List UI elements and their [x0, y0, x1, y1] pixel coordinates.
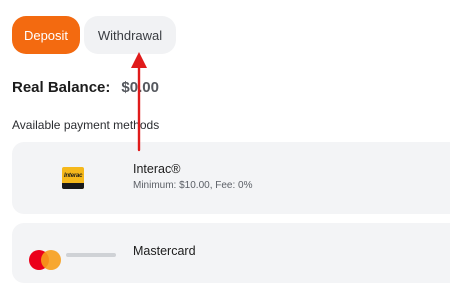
- method-name: Mastercard: [133, 244, 196, 258]
- tab-withdrawal[interactable]: Withdrawal: [84, 16, 176, 54]
- interac-logo-icon: Interac: [62, 167, 84, 189]
- annotation-arrow: [131, 52, 147, 152]
- balance-label: Real Balance:: [12, 79, 111, 96]
- payment-method-mastercard[interactable]: Mastercard: [12, 223, 450, 283]
- payment-method-interac[interactable]: Interac Interac® Minimum: $10.00, Fee: 0…: [12, 142, 450, 214]
- method-details: Minimum: $10.00, Fee: 0%: [133, 180, 253, 191]
- tab-deposit[interactable]: Deposit: [12, 16, 80, 54]
- interac-logo-base: [62, 183, 84, 189]
- mastercard-logo-icon: [29, 250, 61, 270]
- interac-logo-text: Interac: [64, 173, 83, 179]
- payment-tabs: Deposit Withdrawal: [12, 16, 176, 54]
- method-name: Interac®: [133, 162, 181, 176]
